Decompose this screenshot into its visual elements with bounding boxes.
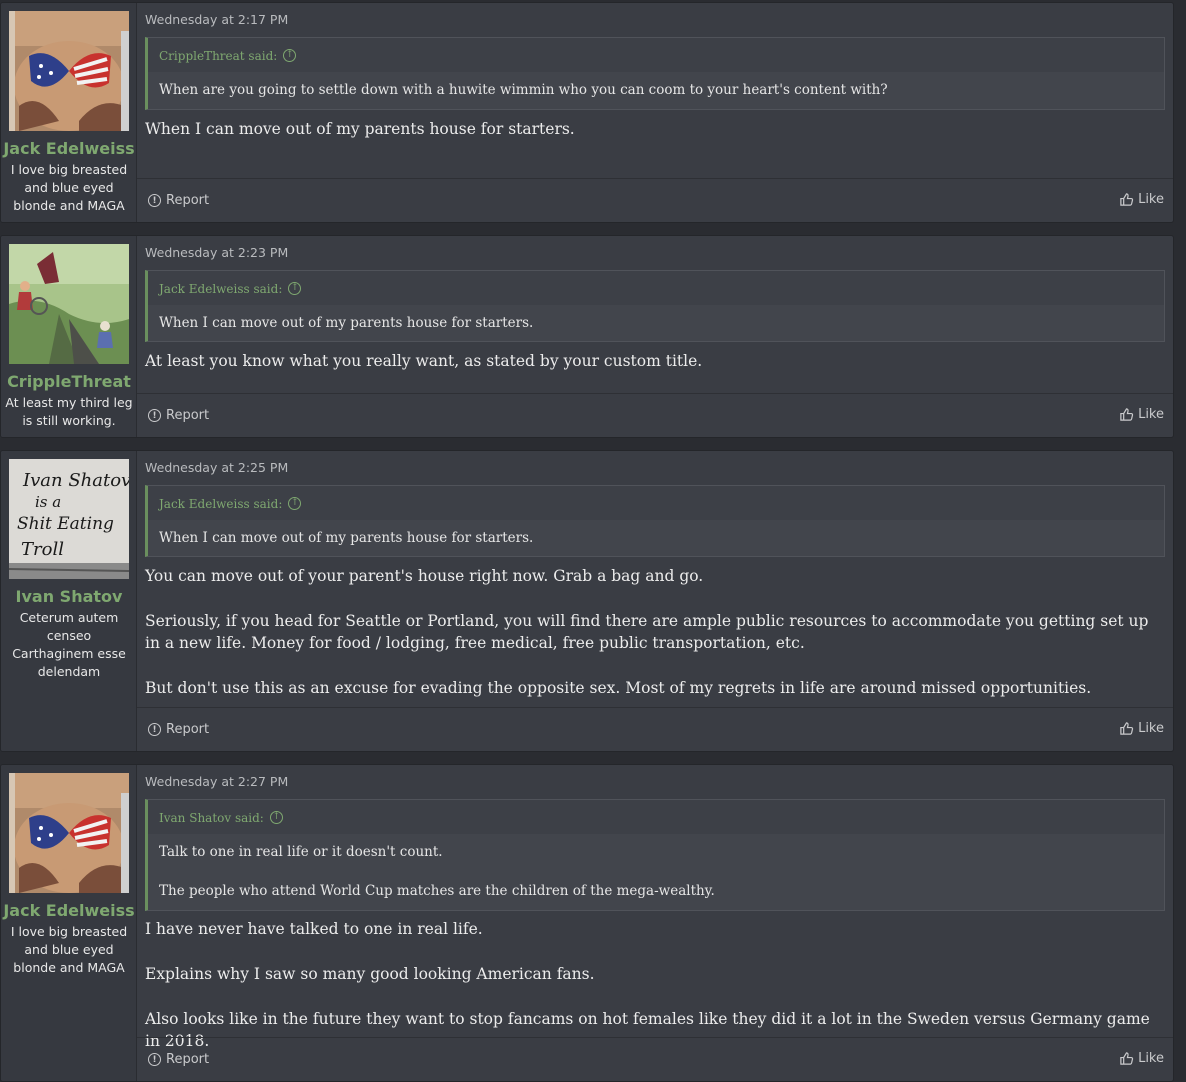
handwritten-sign-avatar-icon: Ivan Shatov is a Shit Eating Troll — [9, 459, 129, 579]
post: Jack Edelweiss I love big breasted and b… — [0, 764, 1174, 1082]
quote-header[interactable]: CrippleThreat said: ↑ — [148, 38, 1164, 72]
avatar[interactable] — [9, 11, 129, 131]
thumbs-up-icon — [1120, 408, 1134, 421]
like-button[interactable]: Like — [1119, 192, 1164, 207]
quote-block: CrippleThreat said: ↑ When are you going… — [145, 37, 1165, 110]
post-footer: ! Report Like — [137, 1037, 1173, 1081]
quote-line: The people who attend World Cup matches … — [159, 883, 715, 899]
post-paragraph: Seriously, if you head for Seattle or Po… — [145, 612, 1149, 652]
like-label: Like — [1138, 192, 1164, 207]
post-footer: ! Report Like — [137, 707, 1173, 751]
username[interactable]: CrippleThreat — [1, 372, 137, 391]
post-body: You can move out of your parent's house … — [145, 565, 1157, 722]
username[interactable]: Jack Edelweiss — [1, 139, 137, 158]
warning-icon: ! — [148, 409, 161, 422]
user-title: Ceterum autem censeo Carthaginem esse de… — [12, 610, 126, 679]
user-title: I love big breasted and blue eyed blonde… — [10, 924, 128, 975]
post-paragraph: When I can move out of my parents house … — [145, 120, 575, 138]
sign-line: Ivan Shatov — [22, 470, 129, 491]
post-body: At least you know what you really want, … — [145, 350, 1157, 395]
like-label: Like — [1138, 721, 1164, 736]
post-paragraph: You can move out of your parent's house … — [145, 567, 704, 585]
post-main: Wednesday at 2:25 PM Jack Edelweiss said… — [137, 451, 1173, 751]
post-date[interactable]: Wednesday at 2:17 PM — [145, 12, 288, 27]
quote-author[interactable]: Jack Edelweiss said: — [159, 497, 282, 511]
jump-up-icon[interactable]: ↑ — [269, 811, 283, 824]
jump-up-icon[interactable]: ↑ — [283, 49, 297, 62]
quote-header[interactable]: Ivan Shatov said: ↑ — [148, 800, 1164, 834]
post-footer: ! Report Like — [137, 178, 1173, 222]
quote-author[interactable]: Ivan Shatov said: — [159, 811, 264, 825]
quote-line: Talk to one in real life or it doesn't c… — [159, 844, 443, 860]
quote-line: When I can move out of my parents house … — [159, 530, 534, 546]
report-button[interactable]: ! Report — [148, 722, 209, 737]
sign-line: Troll — [21, 539, 64, 560]
user-panel: CrippleThreat At least my third leg is s… — [1, 236, 137, 437]
post-paragraph: At least you know what you really want, … — [145, 352, 703, 370]
report-label: Report — [166, 1052, 210, 1067]
sign-line: is a — [35, 493, 61, 511]
post: CrippleThreat At least my third leg is s… — [0, 235, 1174, 438]
report-label: Report — [166, 408, 210, 423]
user-panel: Jack Edelweiss I love big breasted and b… — [1, 765, 137, 1081]
post-footer: ! Report Like — [137, 393, 1173, 437]
like-label: Like — [1138, 407, 1164, 422]
thumbs-up-icon — [1120, 1052, 1134, 1065]
quote-block: Jack Edelweiss said: ↑ When I can move o… — [145, 485, 1165, 557]
user-title: At least my third leg is still working. — [5, 395, 133, 428]
report-button[interactable]: ! Report — [148, 408, 209, 423]
avatar[interactable] — [9, 773, 129, 893]
jump-up-icon[interactable]: ↑ — [288, 282, 302, 295]
quote-author[interactable]: Jack Edelweiss said: — [159, 282, 282, 296]
post-date[interactable]: Wednesday at 2:23 PM — [145, 245, 288, 260]
post: Jack Edelweiss I love big breasted and b… — [0, 2, 1174, 223]
post-main: Wednesday at 2:23 PM Jack Edelweiss said… — [137, 236, 1173, 437]
post-paragraph: But don't use this as an excuse for evad… — [145, 679, 1092, 697]
cliff-cartoon-avatar-icon — [9, 244, 129, 364]
avatar[interactable] — [9, 244, 129, 364]
quote-header[interactable]: Jack Edelweiss said: ↑ — [148, 271, 1164, 305]
like-label: Like — [1138, 1051, 1164, 1066]
quote-header[interactable]: Jack Edelweiss said: ↑ — [148, 486, 1164, 520]
quote-line: When are you going to settle down with a… — [159, 82, 888, 98]
like-button[interactable]: Like — [1119, 1051, 1164, 1066]
avatar[interactable]: Ivan Shatov is a Shit Eating Troll — [9, 459, 129, 579]
username[interactable]: Ivan Shatov — [1, 587, 137, 606]
report-button[interactable]: ! Report — [148, 1052, 209, 1067]
warning-icon: ! — [148, 723, 161, 736]
post-body: When I can move out of my parents house … — [145, 118, 1157, 163]
sign-line: Shit Eating — [17, 514, 114, 534]
user-panel: Jack Edelweiss I love big breasted and b… — [1, 3, 137, 222]
post-paragraph: Explains why I saw so many good looking … — [145, 965, 595, 983]
post-paragraph: I have never have talked to one in real … — [145, 920, 483, 938]
user-title: I love big breasted and blue eyed blonde… — [10, 162, 128, 213]
quote-block: Jack Edelweiss said: ↑ When I can move o… — [145, 270, 1165, 342]
quote-block: Ivan Shatov said: ↑ Talk to one in real … — [145, 799, 1165, 911]
quote-line: When I can move out of my parents house … — [159, 315, 534, 331]
flag-bikini-avatar-icon — [9, 773, 129, 893]
thumbs-up-icon — [1120, 193, 1134, 206]
report-button[interactable]: ! Report — [148, 193, 209, 208]
warning-icon: ! — [148, 1053, 161, 1066]
report-label: Report — [166, 193, 210, 208]
post-date[interactable]: Wednesday at 2:25 PM — [145, 460, 288, 475]
like-button[interactable]: Like — [1119, 721, 1164, 736]
post-main: Wednesday at 2:27 PM Ivan Shatov said: ↑… — [137, 765, 1173, 1081]
post-date[interactable]: Wednesday at 2:27 PM — [145, 774, 288, 789]
quote-author[interactable]: CrippleThreat said: — [159, 49, 277, 63]
like-button[interactable]: Like — [1119, 407, 1164, 422]
thumbs-up-icon — [1120, 722, 1134, 735]
flag-bikini-avatar-icon — [9, 11, 129, 131]
user-panel: Ivan Shatov is a Shit Eating Troll Ivan … — [1, 451, 137, 751]
warning-icon: ! — [148, 194, 161, 207]
report-label: Report — [166, 722, 210, 737]
jump-up-icon[interactable]: ↑ — [288, 497, 302, 510]
post-main: Wednesday at 2:17 PM CrippleThreat said:… — [137, 3, 1173, 222]
post: Ivan Shatov is a Shit Eating Troll Ivan … — [0, 450, 1174, 752]
username[interactable]: Jack Edelweiss — [1, 901, 137, 920]
